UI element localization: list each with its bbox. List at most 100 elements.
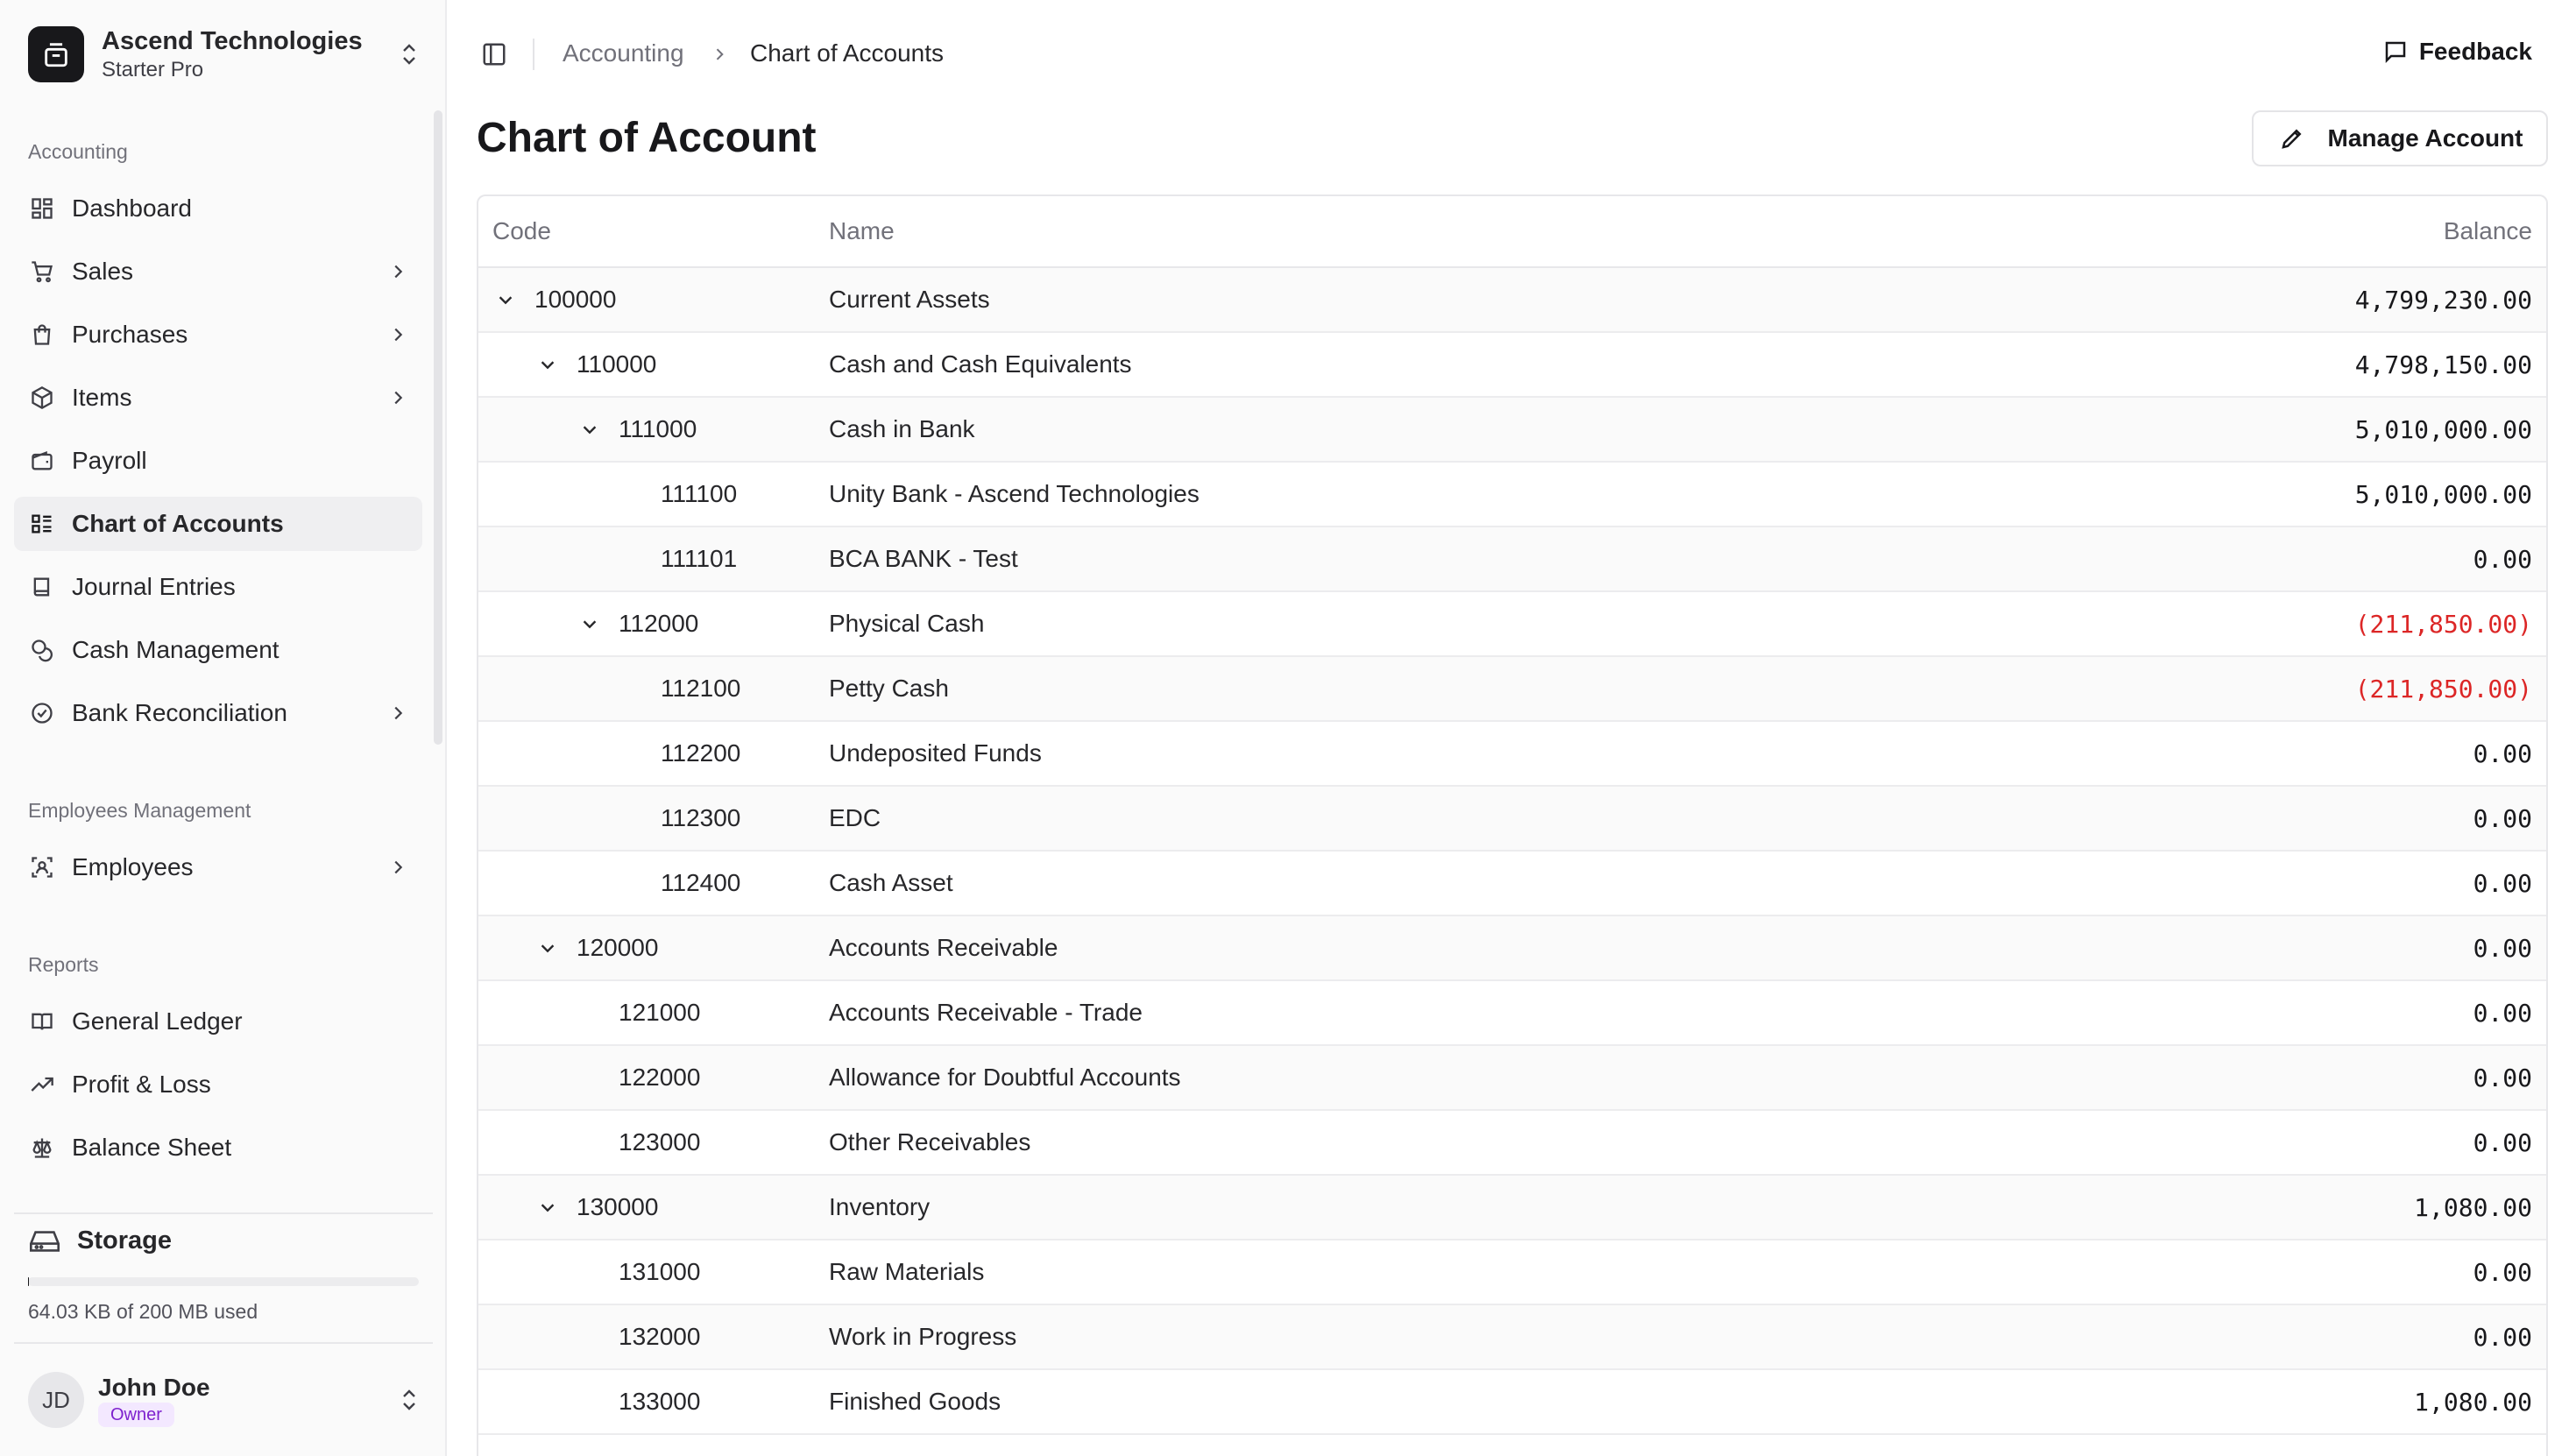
account-code: 131000 xyxy=(619,1258,701,1285)
sidebar-item-balance-sheet[interactable]: Balance Sheet xyxy=(14,1120,422,1175)
table-row[interactable]: 110000 Cash and Cash Equivalents 4,798,150… xyxy=(478,333,2546,398)
sidebar-item-bank-reconciliation[interactable]: Bank Reconciliation xyxy=(14,686,422,740)
account-balance: 0.00 xyxy=(2473,933,2532,963)
account-name: Cash and Cash Equivalents xyxy=(829,350,1132,378)
sidebar-item-employees[interactable]: Employees xyxy=(14,840,422,894)
account-balance: 4,799,230.00 xyxy=(2354,285,2532,315)
org-switcher[interactable]: Ascend Technologies Starter Pro xyxy=(28,25,422,84)
sidebar-item-chart-of-accounts[interactable]: Chart of Accounts xyxy=(14,497,422,551)
table-row[interactable]: 112400 Cash Asset 0.00 xyxy=(478,852,2546,916)
account-name: Allowance for Doubtful Accounts xyxy=(829,1064,1181,1091)
account-code-cell: 120000 xyxy=(478,916,829,979)
column-header-name[interactable]: Name xyxy=(829,217,2444,245)
chevron-down-icon[interactable] xyxy=(577,611,603,637)
account-code: 112400 xyxy=(661,869,741,896)
table-row[interactable]: 123000 Other Receivables 0.00 xyxy=(478,1111,2546,1176)
sidebar-item-journal-entries[interactable]: Journal Entries xyxy=(14,560,422,614)
sidebar-item-items[interactable]: Items xyxy=(14,371,422,425)
storage-label: Storage xyxy=(77,1226,172,1255)
manage-account-label: Manage Account xyxy=(2327,124,2523,152)
message-square-icon xyxy=(2381,37,2410,67)
org-logo-icon xyxy=(28,26,84,82)
sidebar-item-payroll[interactable]: Payroll xyxy=(14,434,422,488)
table-row[interactable]: 111101 BCA BANK - Test 0.00 xyxy=(478,527,2546,592)
sidebar-item-label: Balance Sheet xyxy=(72,1134,232,1161)
chevron-right-icon xyxy=(384,384,412,412)
table-row[interactable]: 133000 Finished Goods 1,080.00 xyxy=(478,1370,2546,1435)
book-icon xyxy=(28,573,56,601)
shopping-bag-icon xyxy=(28,321,56,349)
breadcrumb-accounting[interactable]: Accounting xyxy=(563,39,684,67)
accounts-table: Code Name Balance 100000 Current Assets 4,… xyxy=(477,194,2548,1456)
breadcrumb-current: Chart of Accounts xyxy=(750,39,945,67)
table-row[interactable]: 111000 Cash in Bank 5,010,000.00 xyxy=(478,398,2546,463)
sidebar-item-label: Profit & Loss xyxy=(72,1071,211,1098)
chevron-down-icon[interactable] xyxy=(534,351,561,378)
account-balance: 0.00 xyxy=(2473,1257,2532,1287)
account-code: 111000 xyxy=(619,415,697,442)
sidebar-scrollbar[interactable] xyxy=(434,110,442,745)
table-row[interactable]: 130000 Inventory 1,080.00 xyxy=(478,1176,2546,1240)
account-code-cell: 112100 xyxy=(478,657,829,720)
table-row[interactable]: 112100 Petty Cash (211,850.00) xyxy=(478,657,2546,722)
account-balance: 1,080.00 xyxy=(2414,1387,2532,1417)
sidebar-item-cash-management[interactable]: Cash Management xyxy=(14,623,422,677)
storage-usage-text: 64.03 KB of 200 MB used xyxy=(28,1300,258,1323)
table-row[interactable]: 112200 Undeposited Funds 0.00 xyxy=(478,722,2546,787)
table-row[interactable]: 112000 Physical Cash (211,850.00) xyxy=(478,592,2546,657)
cart-icon xyxy=(28,258,56,286)
table-row[interactable]: 112300 EDC 0.00 xyxy=(478,787,2546,852)
ledger-icon xyxy=(28,1007,56,1035)
account-balance: 0.00 xyxy=(2473,998,2532,1028)
role-badge: Owner xyxy=(98,1403,174,1427)
sidebar-item-purchases[interactable]: Purchases xyxy=(14,307,422,362)
account-code-cell: 121000 xyxy=(478,981,829,1044)
table-row[interactable]: 121000 Accounts Receivable - Trade 0.00 xyxy=(478,981,2546,1046)
table-row[interactable]: 111100 Unity Bank - Ascend Technologies 5,… xyxy=(478,463,2546,527)
table-row[interactable]: 131000 Raw Materials 0.00 xyxy=(478,1240,2546,1305)
account-name: Unity Bank - Ascend Technologies xyxy=(829,480,1200,507)
sidebar-item-sales[interactable]: Sales xyxy=(14,244,422,299)
account-balance: 0.00 xyxy=(2473,1127,2532,1157)
scale-icon xyxy=(28,1134,56,1162)
hard-drive-icon xyxy=(28,1227,61,1255)
table-row[interactable]: 120000 Accounts Receivable 0.00 xyxy=(478,916,2546,981)
account-code-cell: 100000 xyxy=(478,268,829,331)
sidebar-item-general-ledger[interactable]: General Ledger xyxy=(14,994,422,1049)
chevron-down-icon[interactable] xyxy=(492,286,519,313)
manage-account-button[interactable]: Manage Account xyxy=(2252,110,2548,166)
chevrons-up-down-icon xyxy=(396,37,422,72)
table-row[interactable]: 122000 Allowance for Doubtful Accounts 0.0… xyxy=(478,1046,2546,1111)
sidebar-item-label: Cash Management xyxy=(72,636,280,663)
wallet-icon xyxy=(28,447,56,475)
account-code-cell: 110000 xyxy=(478,333,829,396)
chevron-down-icon[interactable] xyxy=(534,1194,561,1220)
table-row[interactable]: 132000 Work in Progress 0.00 xyxy=(478,1305,2546,1370)
account-code-cell: 130000 xyxy=(478,1176,829,1239)
account-code-cell: 112000 xyxy=(478,592,829,655)
user-name: John Doe xyxy=(98,1374,210,1401)
account-name: Petty Cash xyxy=(829,675,949,702)
table-row[interactable]: 100000 Current Assets 4,799,230.00 xyxy=(478,268,2546,333)
account-code: 122000 xyxy=(619,1064,701,1091)
group-label-reports: Reports xyxy=(28,953,99,976)
account-balance: 0.00 xyxy=(2473,803,2532,833)
table-body: 100000 Current Assets 4,799,230.00 110000 Ca… xyxy=(478,268,2546,1435)
feedback-button[interactable]: Feedback xyxy=(2381,37,2532,67)
column-header-balance[interactable]: Balance xyxy=(2444,217,2546,245)
column-header-code[interactable]: Code xyxy=(478,217,829,245)
account-name: BCA BANK - Test xyxy=(829,545,1018,572)
account-balance: (211,850.00) xyxy=(2354,674,2532,703)
account-name: Inventory xyxy=(829,1193,931,1220)
account-name: Cash Asset xyxy=(829,869,953,896)
sidebar-item-dashboard[interactable]: Dashboard xyxy=(14,181,422,236)
sidebar-item-profit-loss[interactable]: Profit & Loss xyxy=(14,1057,422,1112)
chevron-down-icon[interactable] xyxy=(534,935,561,961)
account-balance: 5,010,000.00 xyxy=(2354,414,2532,444)
account-balance: 0.00 xyxy=(2473,868,2532,898)
sidebar-toggle-icon[interactable] xyxy=(478,39,510,70)
user-menu[interactable]: JD John Doe Owner xyxy=(28,1372,422,1428)
account-name: Other Receivables xyxy=(829,1128,1031,1156)
sidebar-item-label: Journal Entries xyxy=(72,573,236,600)
chevron-down-icon[interactable] xyxy=(577,416,603,442)
